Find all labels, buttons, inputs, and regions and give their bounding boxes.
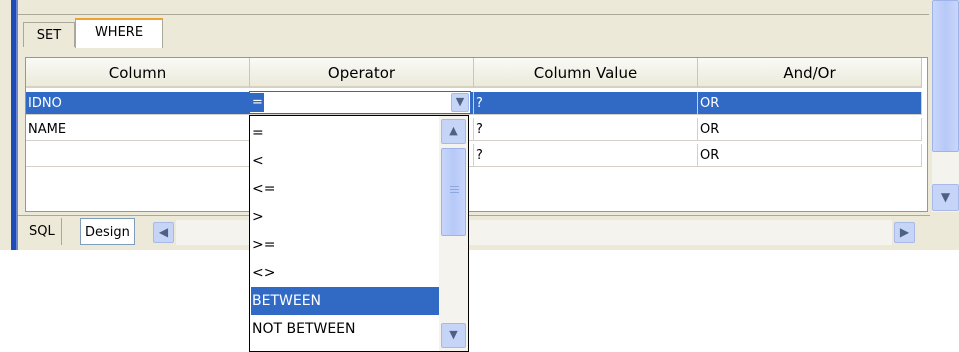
tab-set[interactable]: SET: [23, 22, 75, 47]
chevron-down-icon[interactable]: ▼: [932, 184, 959, 211]
chevron-down-icon[interactable]: ▼: [441, 323, 466, 348]
cell-and-or[interactable]: OR: [698, 144, 922, 167]
cell-column-value[interactable]: ?: [474, 92, 698, 115]
chevron-right-icon[interactable]: ▶: [894, 222, 915, 243]
dropdown-option[interactable]: <>: [251, 259, 439, 287]
where-grid: Column Operator Column Value And/Or IDNO…: [25, 57, 928, 212]
chevron-up-icon[interactable]: ▲: [441, 119, 466, 144]
cell-column[interactable]: NAME: [26, 118, 250, 141]
query-designer-window: SET WHERE Column Operator Column Value A…: [0, 0, 959, 250]
tab-design[interactable]: Design: [80, 218, 135, 245]
tab-sql[interactable]: SQL: [23, 218, 62, 245]
table-row[interactable]: IDNO = ? OR: [26, 92, 922, 115]
table-row[interactable]: NAME ? OR: [26, 118, 922, 141]
top-divider: [18, 0, 929, 15]
dropdown-option-selected[interactable]: BETWEEN: [251, 287, 439, 315]
operator-combobox-value: =: [250, 93, 264, 112]
dropdown-option[interactable]: <=: [251, 175, 439, 203]
operator-combobox[interactable]: = ▼: [249, 91, 471, 114]
cell-column-value[interactable]: ?: [474, 144, 698, 167]
column-header-column-value[interactable]: Column Value: [474, 58, 698, 88]
dropdown-scroll-thumb[interactable]: [441, 148, 466, 236]
vertical-scroll-thumb[interactable]: [932, 0, 959, 152]
window-left-border-inner: [16, 0, 18, 250]
dropdown-option[interactable]: NOT BETWEEN: [251, 315, 439, 343]
cell-and-or[interactable]: OR: [698, 92, 922, 115]
dropdown-option[interactable]: =: [251, 119, 439, 147]
tab-where[interactable]: WHERE: [75, 18, 163, 48]
bottom-tab-bar: SQL Design ◀ ▶: [18, 215, 930, 250]
column-header-operator[interactable]: Operator: [250, 58, 474, 88]
dropdown-option[interactable]: >=: [251, 231, 439, 259]
column-header-and-or[interactable]: And/Or: [698, 58, 922, 88]
grip-icon: [450, 186, 459, 187]
cell-column[interactable]: IDNO: [26, 92, 250, 115]
chevron-left-icon[interactable]: ◀: [153, 222, 174, 243]
cell-column-value[interactable]: ?: [474, 118, 698, 141]
column-header-column[interactable]: Column: [26, 58, 250, 88]
table-row[interactable]: ? OR: [26, 144, 922, 167]
cell-and-or[interactable]: OR: [698, 118, 922, 141]
dropdown-option[interactable]: <: [251, 147, 439, 175]
dropdown-option[interactable]: >: [251, 203, 439, 231]
cell-column[interactable]: [26, 144, 250, 167]
operator-dropdown-list: = < <= > >= <> BETWEEN NOT BETWEEN ▲ ▼: [249, 115, 469, 352]
chevron-down-icon[interactable]: ▼: [451, 93, 469, 112]
